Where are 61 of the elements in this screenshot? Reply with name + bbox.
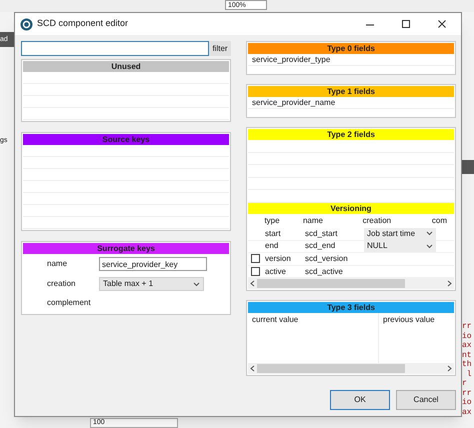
column-header: current value [251,314,300,326]
name-input[interactable]: service_provider_key [99,257,207,271]
section-header: Type 3 fields [248,302,454,314]
list-item[interactable]: service_provider_name [248,97,454,109]
table-cell-text: scd_end [304,240,336,252]
scroll-left-icon[interactable] [250,365,255,372]
column-header: com [430,214,448,227]
maximize-icon[interactable] [401,19,411,29]
table-cell-text: active [264,266,287,278]
section-header: Versioning [248,202,454,214]
table-cell-text: version [264,252,292,265]
section-header: Source keys [23,134,229,145]
filter-button[interactable]: filter [209,41,231,56]
creation-dropdown[interactable]: Table max + 1 [99,277,204,291]
field-label: creation [46,278,76,290]
app-logo-icon [20,18,33,30]
section-header: Unused [23,61,229,72]
horizontal-scrollbar[interactable] [248,278,454,290]
scrollbar-thumb[interactable] [257,364,405,374]
checkbox[interactable] [250,254,260,264]
code-line: ax [462,341,473,350]
dialog-button[interactable]: OK [330,390,390,410]
code-line: r [462,379,468,388]
column-header: type [263,214,281,227]
code-line: ax [462,408,473,417]
table-cell-text: scd_active [304,266,344,278]
list-item[interactable]: service_provider_type [248,54,454,66]
scroll-left-icon[interactable] [250,280,255,288]
scroll-right-icon[interactable] [447,365,452,372]
code-line: nt [462,350,473,360]
table-cell-text: start [264,228,282,240]
scroll-right-icon[interactable] [447,280,452,288]
creation-dropdown[interactable]: NULL [364,240,436,252]
checkbox[interactable] [250,267,260,276]
chevron-down-icon [193,282,200,286]
window-title: SCD component editor [37,17,130,30]
section-header: Type 2 fields [248,129,454,140]
horizontal-scrollbar[interactable] [248,363,454,374]
field-label: name [46,258,68,270]
code-line: io [462,332,473,341]
section-header: Type 0 fields [248,43,454,54]
section-header: Type 1 fields [248,86,454,97]
column-header: creation [362,214,392,227]
code-line: rr [462,388,473,398]
table-cell-text: end [264,240,280,252]
code-line: th [462,360,473,370]
close-icon[interactable] [437,19,447,29]
app-dark-bar [462,160,474,174]
section-header: Surrogate keys [23,243,229,254]
field-label: complement [46,297,91,309]
code-line: io [462,398,473,408]
table-cell-text: scd_start [304,228,338,240]
filter-input[interactable] [21,41,209,56]
column-header: name [302,214,324,227]
code-line: rr [462,322,473,332]
creation-dropdown[interactable]: Job start time [364,228,436,240]
code-line: l [466,370,473,379]
scrollbar-thumb[interactable] [257,279,405,288]
dialog-button[interactable]: Cancel [396,390,456,410]
column-header: previous value [382,314,436,326]
table-cell-text: scd_version [304,252,349,265]
